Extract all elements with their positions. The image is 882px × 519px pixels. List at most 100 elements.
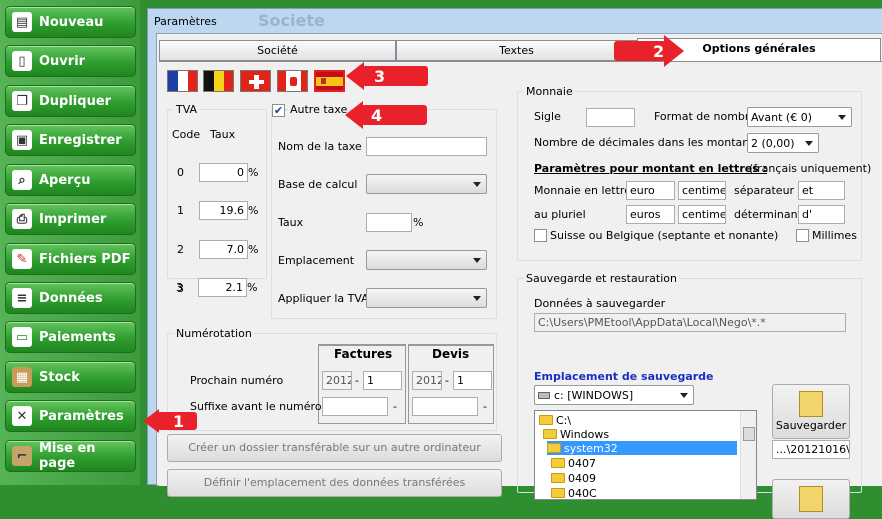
base-calcul-select[interactable] bbox=[366, 174, 487, 194]
sidebar-item-donnees[interactable]: ≡ Données bbox=[5, 282, 136, 314]
folder-icon bbox=[551, 488, 565, 498]
appliquer-tva-select[interactable] bbox=[366, 288, 487, 308]
open-folder-icon bbox=[799, 486, 823, 512]
tools-icon: ✕ bbox=[12, 406, 32, 426]
printer-icon: ⎙ bbox=[12, 209, 32, 229]
euros-input[interactable]: euros bbox=[626, 205, 675, 224]
drive-select[interactable]: c: [WINDOWS] bbox=[534, 385, 694, 405]
donnees-path-field: C:\Users\PMEtool\AppData\Local\Nego\*.* bbox=[534, 313, 846, 332]
flag-belgium-icon[interactable] bbox=[203, 70, 234, 92]
parametres-window: Societe Paramètres Société Textes Option… bbox=[147, 8, 882, 519]
factures-year-input[interactable]: 2012 bbox=[322, 371, 352, 390]
devis-suffix-input[interactable] bbox=[412, 397, 478, 416]
sauvegarder-button[interactable]: Sauvegarder bbox=[772, 384, 850, 439]
numerotation-group: Numérotation Factures Devis Prochain num… bbox=[167, 327, 497, 431]
determinant-input[interactable]: d' bbox=[798, 205, 845, 224]
layout-icon: ⌐ bbox=[12, 446, 32, 466]
sidebar-item-enregistrer[interactable]: ▣ Enregistrer bbox=[5, 124, 136, 156]
devis-year-input[interactable]: 2012 bbox=[412, 371, 442, 390]
decimales-select[interactable]: 2 (0,00) bbox=[747, 133, 819, 153]
separateur-input[interactable]: et bbox=[798, 181, 845, 200]
pdf-icon: ✎ bbox=[12, 249, 32, 269]
tva-rate-0-input[interactable]: 0 bbox=[199, 163, 248, 182]
backup-name-field: ...\20121016\ bbox=[772, 440, 850, 459]
sidebar-item-imprimer[interactable]: ⎙ Imprimer bbox=[5, 203, 136, 235]
annotation-arrow-1: 1 bbox=[143, 409, 199, 433]
flag-france-icon[interactable] bbox=[167, 70, 198, 92]
window-title: Paramètres bbox=[154, 15, 217, 28]
folder-open-icon bbox=[547, 443, 561, 453]
chevron-down-icon bbox=[680, 393, 688, 398]
annotation-arrow-4: 4 bbox=[345, 101, 429, 129]
sidebar-item-dupliquer[interactable]: ❐ Dupliquer bbox=[5, 85, 136, 117]
tree-item-selected[interactable]: system32 bbox=[547, 441, 737, 455]
tva-rate-3-input[interactable]: 2.1 bbox=[198, 278, 247, 297]
sauvegarde-group: Sauvegarde et restauration Données à sau… bbox=[517, 272, 862, 519]
sidebar-item-stock[interactable]: ▦ Stock bbox=[5, 361, 136, 393]
flag-switzerland-icon[interactable] bbox=[240, 70, 271, 92]
chevron-down-icon bbox=[838, 115, 846, 120]
sigle-input[interactable] bbox=[586, 108, 635, 127]
sidebar-item-fichiers-pdf[interactable]: ✎ Fichiers PDF bbox=[5, 243, 136, 275]
create-transfer-folder-button[interactable]: Créer un dossier transférable sur un aut… bbox=[167, 434, 502, 462]
tab-textes[interactable]: Textes bbox=[396, 40, 637, 61]
tree-item[interactable]: C:\ bbox=[539, 413, 571, 427]
suisse-belgique-checkbox[interactable] bbox=[534, 229, 547, 242]
centimes-input[interactable]: centimes bbox=[678, 205, 726, 224]
sidebar-item-apercu[interactable]: ⌕ Aperçu bbox=[5, 164, 136, 196]
tree-item[interactable]: 0407 bbox=[551, 456, 596, 470]
autre-taxe-group: ✔ Autre taxe Nom de la taxe Base de calc… bbox=[271, 103, 497, 319]
payment-icon: ▭ bbox=[12, 327, 32, 347]
devis-number-input[interactable]: 1 bbox=[453, 371, 492, 390]
sidebar-item-ouvrir[interactable]: ▯ Ouvrir bbox=[5, 45, 136, 77]
new-doc-icon: ▤ bbox=[12, 12, 32, 32]
open-doc-icon: ▯ bbox=[12, 51, 32, 71]
chevron-down-icon bbox=[473, 296, 481, 301]
save-icon: ▣ bbox=[12, 130, 32, 150]
autre-taxe-checkbox[interactable]: ✔ bbox=[272, 104, 285, 117]
preview-icon: ⌕ bbox=[12, 170, 32, 190]
folder-open-icon bbox=[539, 415, 553, 425]
tree-item[interactable]: 040C bbox=[551, 486, 597, 499]
duplicate-icon: ❐ bbox=[12, 91, 32, 111]
annotation-arrow-3: 3 bbox=[346, 62, 430, 90]
emplacement-taxe-select[interactable] bbox=[366, 250, 487, 270]
annotation-arrow-2: 2 bbox=[614, 35, 684, 67]
sidebar-item-paiements[interactable]: ▭ Paiements bbox=[5, 321, 136, 353]
folder-tree[interactable]: C:\ Windows system32 0407 0409 040C 0410 bbox=[534, 410, 757, 500]
tree-scrollbar[interactable] bbox=[740, 411, 756, 499]
factures-suffix-input[interactable] bbox=[322, 397, 388, 416]
dialog-client: Société Textes Options générales TVA Cod… bbox=[156, 33, 882, 519]
chevron-down-icon bbox=[473, 182, 481, 187]
tree-item[interactable]: 0409 bbox=[551, 471, 596, 485]
tva-rate-1-input[interactable]: 19.6 bbox=[199, 201, 248, 220]
tree-item[interactable]: Windows bbox=[543, 427, 609, 441]
save-folder-icon bbox=[799, 391, 823, 417]
database-icon: ≡ bbox=[12, 288, 32, 308]
folder-icon bbox=[551, 458, 565, 468]
drive-icon bbox=[538, 392, 550, 399]
euro-input[interactable]: euro bbox=[626, 181, 675, 200]
sidebar: ▤ Nouveau ▯ Ouvrir ❐ Dupliquer ▣ Enregistrer… bbox=[0, 0, 140, 485]
sidebar-item-parametres[interactable]: ✕ Paramètres bbox=[5, 400, 136, 432]
millimes-checkbox[interactable] bbox=[796, 229, 809, 242]
chevron-down-icon bbox=[805, 141, 813, 146]
restore-button[interactable] bbox=[772, 479, 850, 519]
sidebar-item-mise-en-page[interactable]: ⌐ Mise en page bbox=[5, 440, 136, 472]
folder-open-icon bbox=[543, 429, 557, 439]
scrollbar-thumb[interactable] bbox=[743, 427, 755, 441]
flag-spain-icon[interactable] bbox=[314, 70, 345, 92]
centime-input[interactable]: centime bbox=[678, 181, 726, 200]
flag-canada-icon[interactable] bbox=[277, 70, 308, 92]
tva-rate-2-input[interactable]: 7.0 bbox=[199, 240, 248, 259]
tab-societe[interactable]: Société bbox=[159, 40, 396, 61]
set-transfer-location-button[interactable]: Définir l'emplacement des données transf… bbox=[167, 469, 502, 497]
background-window-title: Societe bbox=[258, 11, 325, 30]
format-nombre-select[interactable]: Avant (€ 0) bbox=[747, 107, 852, 127]
chevron-down-icon bbox=[473, 258, 481, 263]
factures-number-input[interactable]: 1 bbox=[363, 371, 402, 390]
sidebar-item-nouveau[interactable]: ▤ Nouveau bbox=[5, 6, 136, 38]
taux-autre-taxe-input[interactable] bbox=[366, 213, 412, 232]
nom-taxe-input[interactable] bbox=[366, 137, 487, 156]
box-icon: ▦ bbox=[12, 367, 32, 387]
